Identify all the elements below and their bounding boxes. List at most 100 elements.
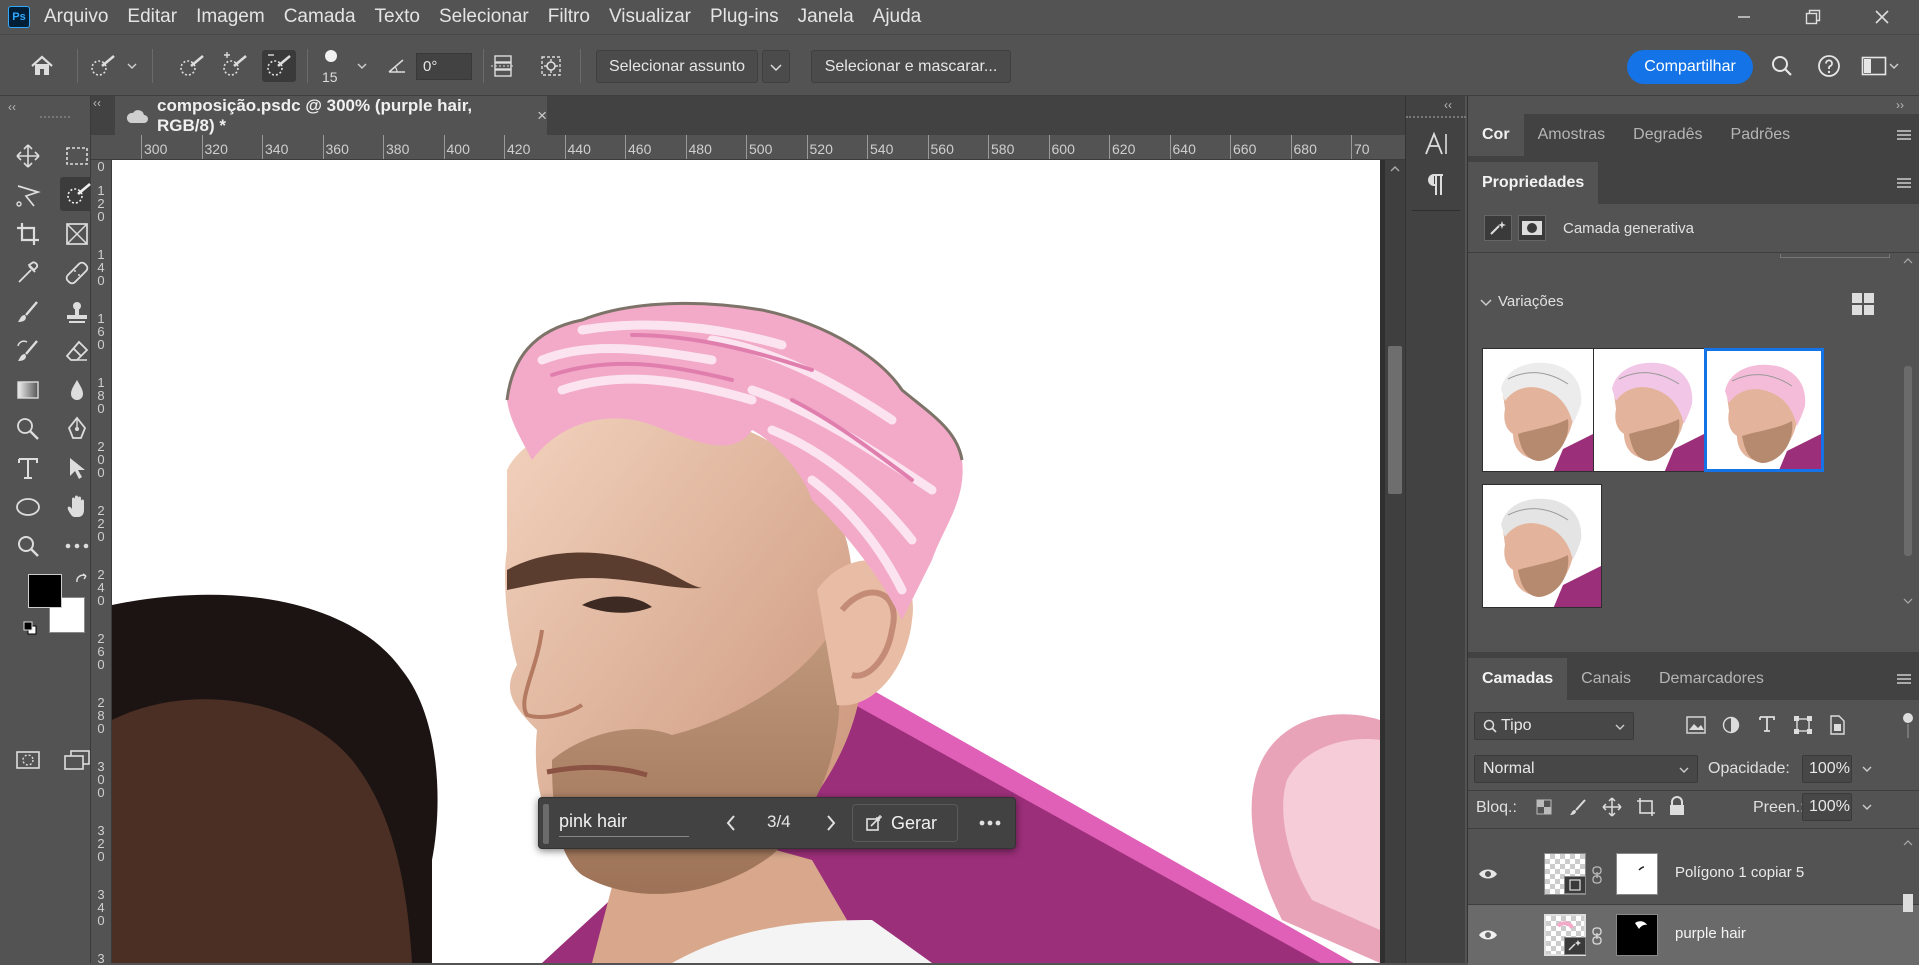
lock-artboard-icon[interactable]	[1636, 797, 1656, 817]
expand-panels-icon[interactable]: ‹‹	[1444, 98, 1452, 112]
gradient-tool-icon[interactable]	[11, 374, 45, 406]
tab-amostras[interactable]: Amostras	[1524, 114, 1620, 156]
character-panel-icon[interactable]	[1424, 130, 1450, 158]
visibility-eye-icon[interactable]	[1474, 844, 1502, 904]
filter-type-layer-icon[interactable]	[1758, 715, 1776, 733]
menu-arquivo[interactable]: Arquivo	[44, 0, 108, 34]
quick-mask-icon[interactable]	[11, 744, 45, 776]
lock-image-pixels-icon[interactable]	[1569, 798, 1587, 816]
collapse-toolbar-icon[interactable]: ‹‹	[8, 100, 16, 114]
variations-toggle-icon[interactable]	[1480, 297, 1492, 307]
sample-all-layers-icon[interactable]	[488, 51, 518, 81]
brush-size-icon[interactable]	[324, 49, 340, 65]
move-tool-icon[interactable]	[11, 140, 45, 172]
tab-padroes[interactable]: Padrões	[1717, 114, 1805, 156]
zoom-tool-icon[interactable]	[11, 530, 45, 562]
color-panel-menu-icon[interactable]	[1896, 128, 1912, 142]
menu-imagem[interactable]: Imagem	[196, 0, 265, 34]
menu-plug-ins[interactable]: Plug-ins	[710, 0, 779, 34]
scroll-up-icon[interactable]	[1390, 165, 1400, 175]
menu-filtro[interactable]: Filtro	[548, 0, 590, 34]
prompt-input[interactable]: pink hair	[559, 809, 689, 837]
angle-input[interactable]: 0°	[416, 53, 472, 80]
vertical-scroll-thumb[interactable]	[1388, 346, 1402, 494]
visibility-eye-icon[interactable]	[1474, 905, 1502, 965]
brush-options-chevron-icon[interactable]	[354, 51, 370, 81]
filter-shape-layer-icon[interactable]	[1793, 715, 1813, 735]
variation-thumbnail[interactable]	[1482, 484, 1602, 608]
close-document-icon[interactable]: ×	[537, 106, 547, 126]
menu-camada[interactable]: Camada	[284, 0, 356, 34]
close-window-button[interactable]	[1854, 0, 1910, 34]
eyedropper-tool-icon[interactable]	[11, 257, 45, 289]
collapse-right-panels-icon[interactable]: ››	[1896, 98, 1904, 112]
clone-stamp-tool-icon[interactable]	[60, 296, 94, 328]
mask-link-icon[interactable]	[1592, 866, 1602, 884]
lock-transparent-pixels-icon[interactable]	[1536, 799, 1552, 815]
frame-tool-icon[interactable]	[60, 218, 94, 250]
menu-selecionar[interactable]: Selecionar	[439, 0, 529, 34]
select-subject-dropdown[interactable]	[762, 50, 790, 83]
next-variation-icon[interactable]	[825, 814, 837, 832]
filter-pixel-layer-icon[interactable]	[1686, 716, 1706, 734]
layer-name[interactable]: purple hair	[1675, 925, 1746, 942]
fill-chevron-icon[interactable]	[1856, 793, 1878, 821]
opacity-chevron-icon[interactable]	[1856, 755, 1878, 783]
share-button[interactable]: Compartilhar	[1627, 50, 1753, 84]
eraser-tool-icon[interactable]	[60, 335, 94, 367]
pen-tool-icon[interactable]	[60, 413, 94, 445]
tool-preset-icon[interactable]	[88, 51, 118, 81]
drag-handle[interactable]	[543, 804, 549, 844]
lock-position-icon[interactable]	[1602, 797, 1622, 817]
more-options-icon[interactable]	[979, 820, 1001, 826]
blur-tool-icon[interactable]	[60, 374, 94, 406]
lasso-tool-icon[interactable]	[11, 179, 45, 211]
filter-toggle[interactable]	[1901, 712, 1915, 740]
type-tool-icon[interactable]	[11, 452, 45, 484]
tab-canais[interactable]: Canais	[1567, 658, 1645, 700]
fill-input[interactable]: 100%	[1802, 793, 1852, 821]
foreground-color-swatch[interactable]	[28, 574, 62, 608]
tab-camadas[interactable]: Camadas	[1468, 658, 1568, 700]
home-icon[interactable]	[27, 51, 57, 81]
grid-view-icon[interactable]	[1851, 292, 1875, 316]
tab-propriedades[interactable]: Propriedades	[1468, 162, 1599, 204]
layer-row-poligono[interactable]: Polígono 1 copiar 5	[1468, 844, 1919, 904]
path-selection-tool-icon[interactable]	[60, 452, 94, 484]
previous-variation-icon[interactable]	[725, 814, 737, 832]
tab-degrades[interactable]: Degradês	[1619, 114, 1716, 156]
more-tools-icon[interactable]	[60, 530, 94, 562]
layers-scrollbar[interactable]	[1901, 838, 1915, 963]
tab-demarcadores[interactable]: Demarcadores	[1645, 658, 1778, 700]
menu-janela[interactable]: Janela	[798, 0, 854, 34]
help-icon[interactable]	[1814, 51, 1844, 81]
menu-editar[interactable]: Editar	[127, 0, 177, 34]
properties-scrollbar[interactable]	[1901, 256, 1915, 614]
properties-scroll-thumb[interactable]	[1904, 366, 1912, 556]
collapse-panels-left-icon[interactable]: ‹‹	[93, 96, 101, 110]
layer-name[interactable]: Polígono 1 copiar 5	[1675, 864, 1804, 881]
blend-mode-select[interactable]: Normal	[1474, 755, 1698, 783]
variation-thumbnail[interactable]	[1704, 348, 1824, 472]
default-colors-icon[interactable]	[22, 620, 38, 636]
select-and-mask-button[interactable]: Selecionar e mascarar...	[811, 50, 1011, 83]
marquee-tool-icon[interactable]	[60, 140, 94, 172]
document-tab[interactable]: composição.psdc @ 300% (purple hair, RGB…	[115, 96, 547, 135]
paragraph-panel-icon[interactable]	[1426, 172, 1448, 198]
ellipse-tool-icon[interactable]	[11, 491, 45, 523]
subtract-selection-icon[interactable]	[262, 50, 296, 82]
swap-colors-icon[interactable]	[74, 572, 90, 588]
variation-thumbnail[interactable]	[1593, 348, 1713, 472]
menu-visualizar[interactable]: Visualizar	[609, 0, 691, 34]
screen-mode-icon[interactable]	[60, 744, 94, 776]
layer-row-purple-hair[interactable]: purple hair	[1468, 905, 1919, 965]
restore-button[interactable]	[1785, 0, 1841, 34]
layer-filter-kind[interactable]: Tipo	[1474, 712, 1634, 740]
menu-ajuda[interactable]: Ajuda	[873, 0, 922, 34]
search-icon[interactable]	[1767, 51, 1797, 81]
chevron-down-icon[interactable]	[124, 51, 140, 81]
hand-tool-icon[interactable]	[60, 491, 94, 523]
healing-brush-tool-icon[interactable]	[60, 257, 94, 289]
workspace-chevron-icon[interactable]	[1885, 51, 1903, 81]
crop-tool-icon[interactable]	[11, 218, 45, 250]
